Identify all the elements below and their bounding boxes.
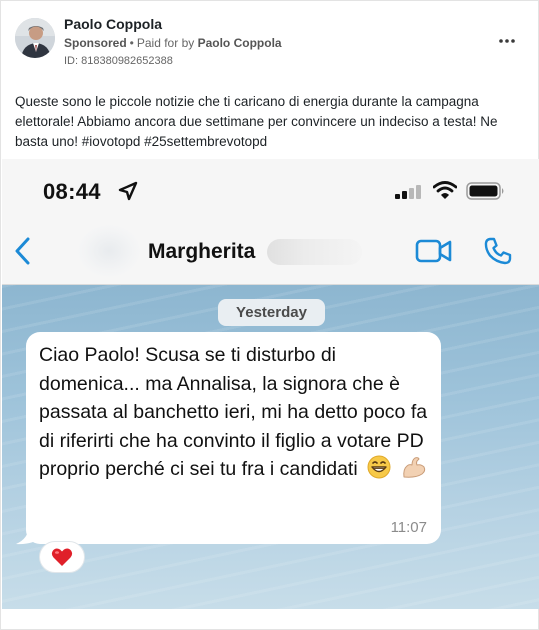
sponsored-label: Sponsored	[64, 36, 127, 50]
chat-header: Margherita	[2, 217, 539, 285]
sponsored-post: Paolo Coppola Sponsored • Paid for by Paol…	[0, 0, 539, 630]
message-body: Ciao Paolo! Scusa se ti disturbo di dome…	[39, 341, 429, 484]
grinning-face-icon	[367, 455, 391, 479]
redacted-surname	[267, 239, 362, 265]
paid-for-name[interactable]: Paolo Coppola	[198, 36, 282, 50]
more-horizontal-icon	[499, 39, 515, 43]
contact-avatar[interactable]	[78, 225, 140, 277]
chat-area[interactable]: Yesterday Ciao Paolo! Scusa se ti distur…	[2, 285, 539, 609]
ad-id: ID: 818380982652388	[64, 55, 173, 67]
meta-separator: •	[129, 36, 134, 50]
battery-icon	[466, 182, 504, 200]
contact-name[interactable]: Margherita	[148, 240, 255, 264]
heart-icon	[51, 548, 73, 566]
date-separator: Yesterday	[218, 299, 325, 326]
location-arrow-icon	[118, 181, 138, 201]
flexed-biceps-icon	[402, 457, 425, 478]
attached-screenshot[interactable]: 08:44 Margherita Yesterday Ciao Paolo! S…	[2, 159, 539, 609]
phone-call-icon[interactable]	[483, 236, 513, 266]
more-options-button[interactable]	[495, 31, 519, 51]
phone-clock: 08:44	[43, 179, 101, 204]
paid-for-prefix: Paid for by	[136, 36, 195, 50]
wifi-icon	[433, 181, 457, 199]
sponsored-meta: Sponsored • Paid for by Paolo Coppola	[64, 36, 282, 50]
message-time: 11:07	[390, 519, 427, 536]
phone-status-bar: 08:44	[2, 159, 539, 217]
incoming-message[interactable]: Ciao Paolo! Scusa se ti disturbo di dome…	[26, 332, 441, 544]
post-text: Queste sono le piccole notizie che ti ca…	[15, 94, 498, 149]
author-avatar[interactable]	[15, 18, 55, 58]
author-name[interactable]: Paolo Coppola	[64, 16, 162, 32]
signal-icon	[395, 185, 421, 199]
video-call-icon[interactable]	[415, 238, 453, 264]
chevron-left-icon[interactable]	[12, 235, 34, 267]
message-reaction[interactable]	[39, 541, 85, 573]
